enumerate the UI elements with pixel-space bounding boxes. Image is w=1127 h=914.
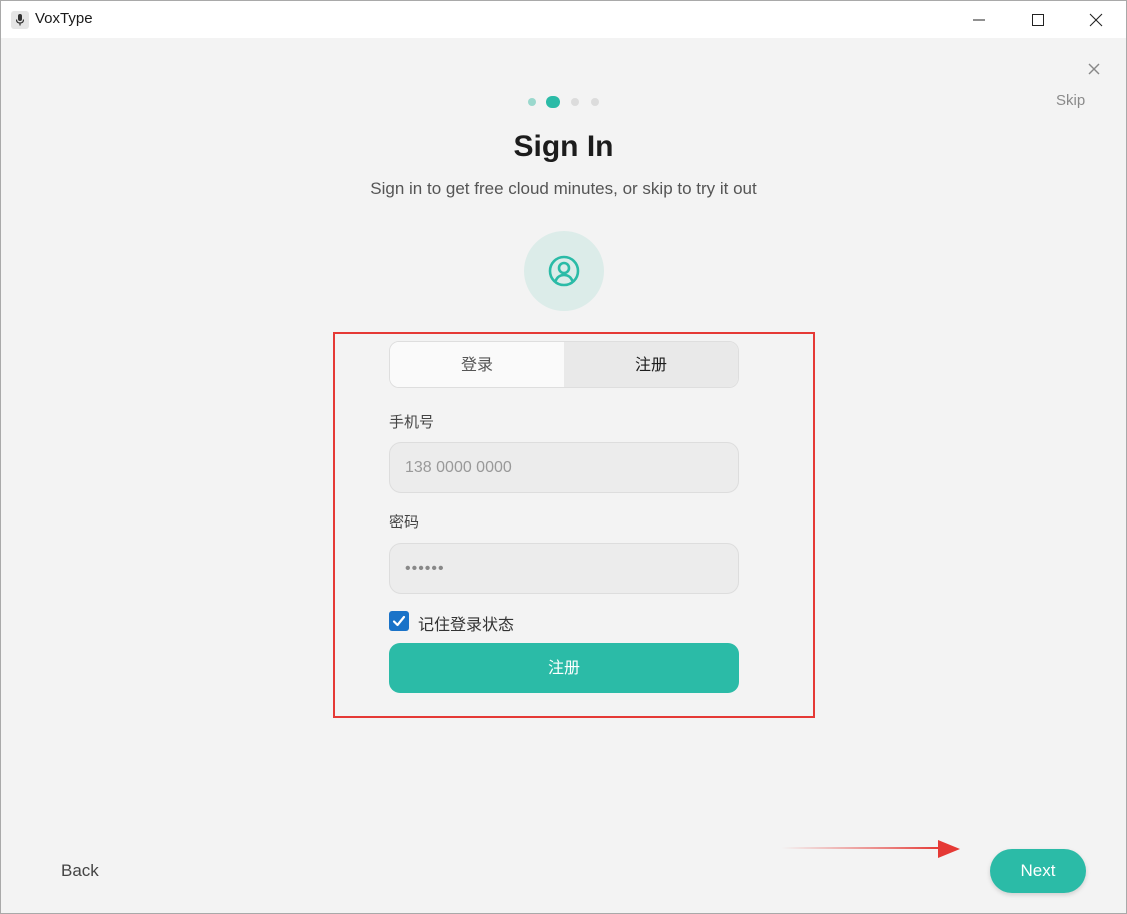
register-button[interactable]: 注册 [389,643,739,693]
maximize-icon [1032,14,1044,26]
step-dot-1 [528,98,536,106]
step-dot-2-active [546,96,560,108]
close-icon [1088,63,1100,75]
password-label: 密码 [389,513,420,531]
next-button[interactable]: Next [990,849,1086,893]
onboarding-close-button[interactable] [1086,61,1102,77]
phone-label: 手机号 [389,413,435,431]
auth-tabs: 登录 注册 [389,341,739,388]
page-subtitle: Sign in to get free cloud minutes, or sk… [370,179,757,198]
avatar [524,231,604,311]
microphone-icon [11,11,29,29]
back-button[interactable]: Back [61,861,99,881]
page-title: Sign In [513,130,614,163]
step-dot-4 [591,98,599,106]
step-dot-3 [571,98,579,106]
remember-checkbox[interactable] [389,611,409,631]
title-bar: VoxType [1,1,1126,38]
maximize-button[interactable] [1009,2,1067,38]
step-indicator [0,96,1127,108]
window-close-button[interactable] [1067,2,1125,38]
remember-label[interactable]: 记住登录状态 [418,611,514,635]
tab-register[interactable]: 注册 [564,342,738,387]
minimize-button[interactable] [950,2,1008,38]
password-input[interactable]: •••••• [389,543,739,594]
checkmark-icon [392,615,406,627]
minimize-icon [973,19,985,21]
user-circle-icon [548,255,580,287]
close-icon [1089,13,1103,27]
app-title: VoxType [35,10,93,27]
phone-input[interactable]: 138 0000 0000 [389,442,739,493]
tab-login[interactable]: 登录 [390,342,564,387]
annotation-arrow [782,840,960,858]
